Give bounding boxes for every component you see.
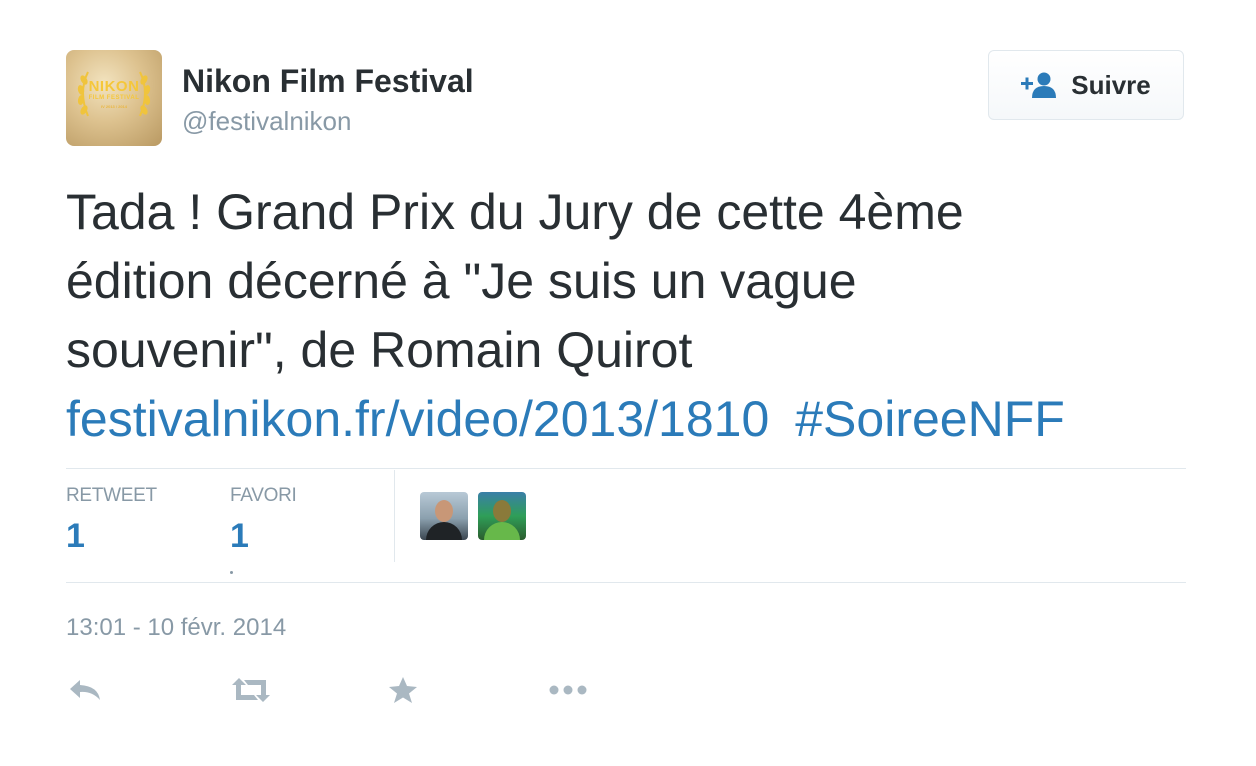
hashtag-link[interactable]: #SoireeNFF: [795, 391, 1065, 447]
tweet-link[interactable]: festivalnikon.fr/video/2013/1810: [66, 391, 769, 447]
retweet-icon: [230, 677, 272, 708]
retweet-button[interactable]: [230, 674, 272, 710]
retweet-count: 1: [66, 517, 85, 555]
avatar-body: [484, 522, 520, 540]
retweet-stat-label: RETWEET: [66, 485, 157, 506]
profile-avatar[interactable]: NIKON FILM FESTIVAL IV 2013 / 2014: [66, 50, 162, 146]
tweet-text: Tada ! Grand Prix du Jury de cette 4ème …: [66, 178, 1216, 454]
author-display-name[interactable]: Nikon Film Festival: [182, 63, 474, 100]
more-button[interactable]: [548, 674, 588, 710]
tweet-text-line: souvenir", de Romain Quirot: [66, 322, 693, 378]
avatar-body: [426, 522, 462, 540]
tweet-text-line: Tada ! Grand Prix du Jury de cette 4ème: [66, 184, 964, 240]
reply-button[interactable]: [68, 674, 102, 710]
reply-icon: [68, 678, 102, 707]
follow-button[interactable]: Suivre: [988, 50, 1184, 120]
avatar-logo-subtitle: FILM FESTIVAL: [88, 95, 140, 101]
divider: [66, 582, 1186, 583]
favorited-by-avatar-1[interactable]: [420, 492, 468, 540]
avatar-head: [493, 500, 511, 522]
avatar-logo-edition: IV 2013 / 2014: [100, 104, 128, 109]
divider: [66, 468, 1186, 469]
favorite-stat[interactable]: FAVORI 1: [230, 485, 297, 556]
tweet-links-line: festivalnikon.fr/video/2013/1810 #SoireeN…: [66, 385, 1216, 454]
author-handle[interactable]: @festivalnikon: [182, 106, 351, 137]
stat-dot: [230, 571, 233, 574]
favorite-icon: [388, 676, 418, 709]
tweet-timestamp[interactable]: 13:01 - 10 févr. 2014: [66, 614, 286, 642]
avatar-head: [435, 500, 453, 522]
favorite-count: 1: [230, 517, 249, 555]
add-user-icon: [1021, 71, 1057, 99]
vertical-divider: [394, 470, 395, 562]
avatar-logo-text: NIKON: [88, 78, 140, 95]
favorited-by-avatar-2[interactable]: [478, 492, 526, 540]
tweet-text-line: édition décerné à "Je suis un vague: [66, 253, 857, 309]
follow-button-label: Suivre: [1071, 69, 1151, 100]
favorite-button[interactable]: [388, 674, 418, 710]
more-icon: [548, 683, 588, 701]
favorite-stat-label: FAVORI: [230, 485, 297, 506]
retweet-stat[interactable]: RETWEET 1: [66, 485, 157, 556]
